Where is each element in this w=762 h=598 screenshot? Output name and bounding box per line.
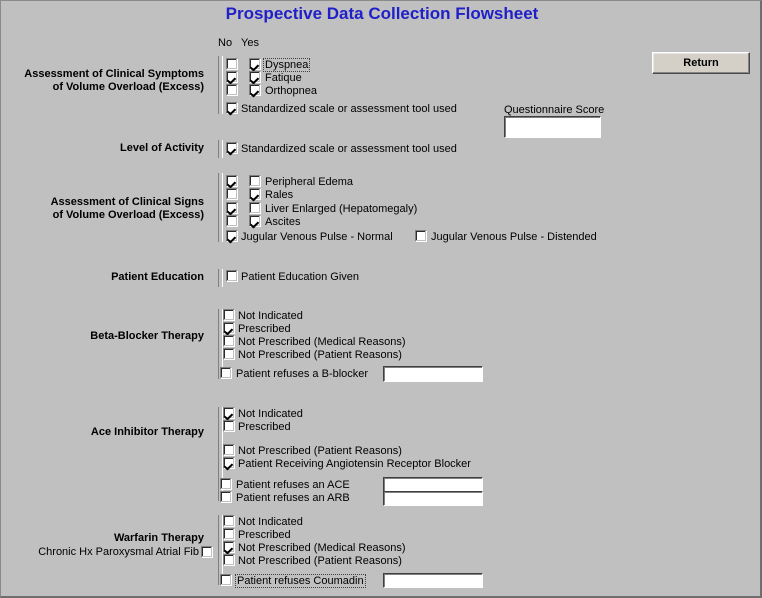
label-warfarin-patient-refuses: Patient refuses Coumadin bbox=[235, 574, 366, 588]
label-warfarin-not-indicated: Not Indicated bbox=[238, 516, 303, 528]
label-activity-standardized-scale: Standardized scale or assessment tool us… bbox=[241, 143, 457, 155]
checkbox-bb-prescribed[interactable] bbox=[223, 322, 235, 334]
checkbox-ace-prescribed[interactable] bbox=[223, 420, 235, 432]
label-ace-receiving-arb: Patient Receiving Angiotensin Receptor B… bbox=[238, 458, 471, 470]
checkbox-liver-enlarged-yes[interactable] bbox=[249, 202, 261, 214]
section-label-clinical-symptoms: Assessment of Clinical Symptoms of Volum… bbox=[24, 68, 204, 93]
checkbox-warfarin-prescribed[interactable] bbox=[223, 528, 235, 540]
section-label-clinical-signs: Assessment of Clinical Signs of Volume O… bbox=[50, 196, 204, 221]
checkbox-orthopnea-yes[interactable] bbox=[249, 84, 261, 96]
flowsheet-window: Prospective Data Collection Flowsheet Re… bbox=[0, 0, 762, 598]
checkbox-warfarin-not-prescribed-medical[interactable] bbox=[223, 541, 235, 553]
label-warfarin-prescribed: Prescribed bbox=[238, 529, 291, 541]
checkbox-ascites-yes[interactable] bbox=[249, 215, 261, 227]
label-bb-not-prescribed-patient: Not Prescribed (Patient Reasons) bbox=[238, 349, 402, 361]
label-warfarin-not-prescribed-patient: Not Prescribed (Patient Reasons) bbox=[238, 555, 402, 567]
section-label-ace-inhibitor-therapy: Ace Inhibitor Therapy bbox=[90, 426, 204, 438]
section-label-beta-blocker-therapy: Beta-Blocker Therapy bbox=[90, 330, 204, 342]
label-bb-prescribed: Prescribed bbox=[238, 323, 291, 335]
checkbox-activity-standardized-scale[interactable] bbox=[226, 142, 238, 154]
checkbox-jvp-distended[interactable] bbox=[415, 230, 427, 242]
label-symptoms-standardized-scale: Standardized scale or assessment tool us… bbox=[241, 103, 457, 115]
checkbox-symptoms-standardized-scale[interactable] bbox=[226, 102, 238, 114]
label-patient-education-given: Patient Education Given bbox=[241, 271, 360, 283]
input-ace-patient-refuses-ace[interactable] bbox=[383, 477, 483, 492]
checkbox-bb-patient-refuses[interactable] bbox=[220, 367, 232, 379]
label-ace-not-indicated: Not Indicated bbox=[238, 408, 303, 420]
section-label-patient-education: Patient Education bbox=[111, 271, 204, 283]
group-separator-level-of-activity bbox=[218, 140, 223, 158]
label-ascites: Ascites bbox=[265, 216, 301, 228]
checkbox-dyspnea-yes[interactable] bbox=[249, 58, 261, 70]
checkbox-ace-patient-refuses-ace[interactable] bbox=[220, 478, 232, 490]
label-chronic-hx-atrial-fib: Chronic Hx Paroxysmal Atrial Fib bbox=[38, 546, 199, 558]
label-ace-not-prescribed-patient: Not Prescribed (Patient Reasons) bbox=[238, 445, 402, 457]
checkbox-orthopnea-no[interactable] bbox=[226, 84, 238, 96]
label-liver-enlarged: Liver Enlarged (Hepatomegaly) bbox=[265, 203, 418, 215]
checkbox-patient-education-given[interactable] bbox=[226, 270, 238, 282]
checkbox-bb-not-prescribed-patient[interactable] bbox=[223, 348, 235, 360]
label-ace-patient-refuses-arb: Patient refuses an ARB bbox=[236, 492, 350, 504]
input-bb-patient-refuses[interactable] bbox=[383, 366, 483, 382]
return-button[interactable]: Return bbox=[652, 52, 750, 74]
checkbox-warfarin-not-prescribed-patient[interactable] bbox=[223, 554, 235, 566]
checkbox-bb-not-prescribed-medical[interactable] bbox=[223, 335, 235, 347]
questionnaire-score-label: Questionnaire Score bbox=[504, 104, 605, 116]
group-separator-patient-education bbox=[218, 269, 223, 287]
label-orthopnea: Orthopnea bbox=[265, 85, 317, 97]
label-jvp-normal: Jugular Venous Pulse - Normal bbox=[241, 231, 393, 243]
checkbox-fatique-no[interactable] bbox=[226, 71, 238, 83]
label-ace-patient-refuses-ace: Patient refuses an ACE bbox=[236, 479, 350, 491]
section-label-level-of-activity: Level of Activity bbox=[120, 142, 204, 154]
group-separator-clinical-symptoms bbox=[218, 56, 223, 114]
checkbox-liver-enlarged-no[interactable] bbox=[226, 202, 238, 214]
label-dyspnea: Dyspnea bbox=[262, 58, 311, 72]
checkbox-bb-not-indicated[interactable] bbox=[223, 309, 235, 321]
checkbox-peripheral-edema-yes[interactable] bbox=[249, 175, 261, 187]
label-bb-not-prescribed-medical: Not Prescribed (Medical Reasons) bbox=[238, 336, 406, 348]
checkbox-dyspnea-no[interactable] bbox=[226, 58, 238, 70]
checkbox-ace-patient-refuses-arb[interactable] bbox=[220, 491, 232, 503]
checkbox-chronic-hx-atrial-fib[interactable] bbox=[201, 546, 213, 558]
checkbox-rales-yes[interactable] bbox=[249, 188, 261, 200]
section-label-warfarin-therapy: Warfarin Therapy bbox=[113, 532, 204, 544]
checkbox-rales-no[interactable] bbox=[226, 188, 238, 200]
label-fatique: Fatique bbox=[265, 72, 302, 84]
input-ace-patient-refuses-arb[interactable] bbox=[383, 491, 483, 506]
checkbox-fatique-yes[interactable] bbox=[249, 71, 261, 83]
label-rales: Rales bbox=[265, 189, 294, 201]
label-bb-patient-refuses: Patient refuses a B-blocker bbox=[236, 368, 369, 380]
checkbox-warfarin-not-indicated[interactable] bbox=[223, 515, 235, 527]
label-jvp-distended: Jugular Venous Pulse - Distended bbox=[431, 231, 597, 243]
checkbox-peripheral-edema-no[interactable] bbox=[226, 175, 238, 187]
input-warfarin-patient-refuses[interactable] bbox=[383, 573, 483, 588]
column-header-no: No bbox=[218, 37, 233, 49]
checkbox-ascites-no[interactable] bbox=[226, 215, 238, 227]
checkbox-warfarin-patient-refuses[interactable] bbox=[220, 574, 232, 586]
checkbox-ace-not-prescribed-patient[interactable] bbox=[223, 444, 235, 456]
questionnaire-score-input[interactable] bbox=[504, 116, 601, 138]
label-bb-not-indicated: Not Indicated bbox=[238, 310, 303, 322]
label-warfarin-not-prescribed-medical: Not Prescribed (Medical Reasons) bbox=[238, 542, 406, 554]
group-separator-clinical-signs bbox=[218, 173, 223, 242]
checkbox-ace-not-indicated[interactable] bbox=[223, 407, 235, 419]
checkbox-ace-receiving-arb[interactable] bbox=[223, 457, 235, 469]
label-peripheral-edema: Peripheral Edema bbox=[265, 176, 354, 188]
column-header-yes: Yes bbox=[241, 37, 259, 49]
page-title: Prospective Data Collection Flowsheet bbox=[225, 4, 539, 23]
checkbox-jvp-normal[interactable] bbox=[226, 230, 238, 242]
label-ace-prescribed: Prescribed bbox=[238, 421, 291, 433]
